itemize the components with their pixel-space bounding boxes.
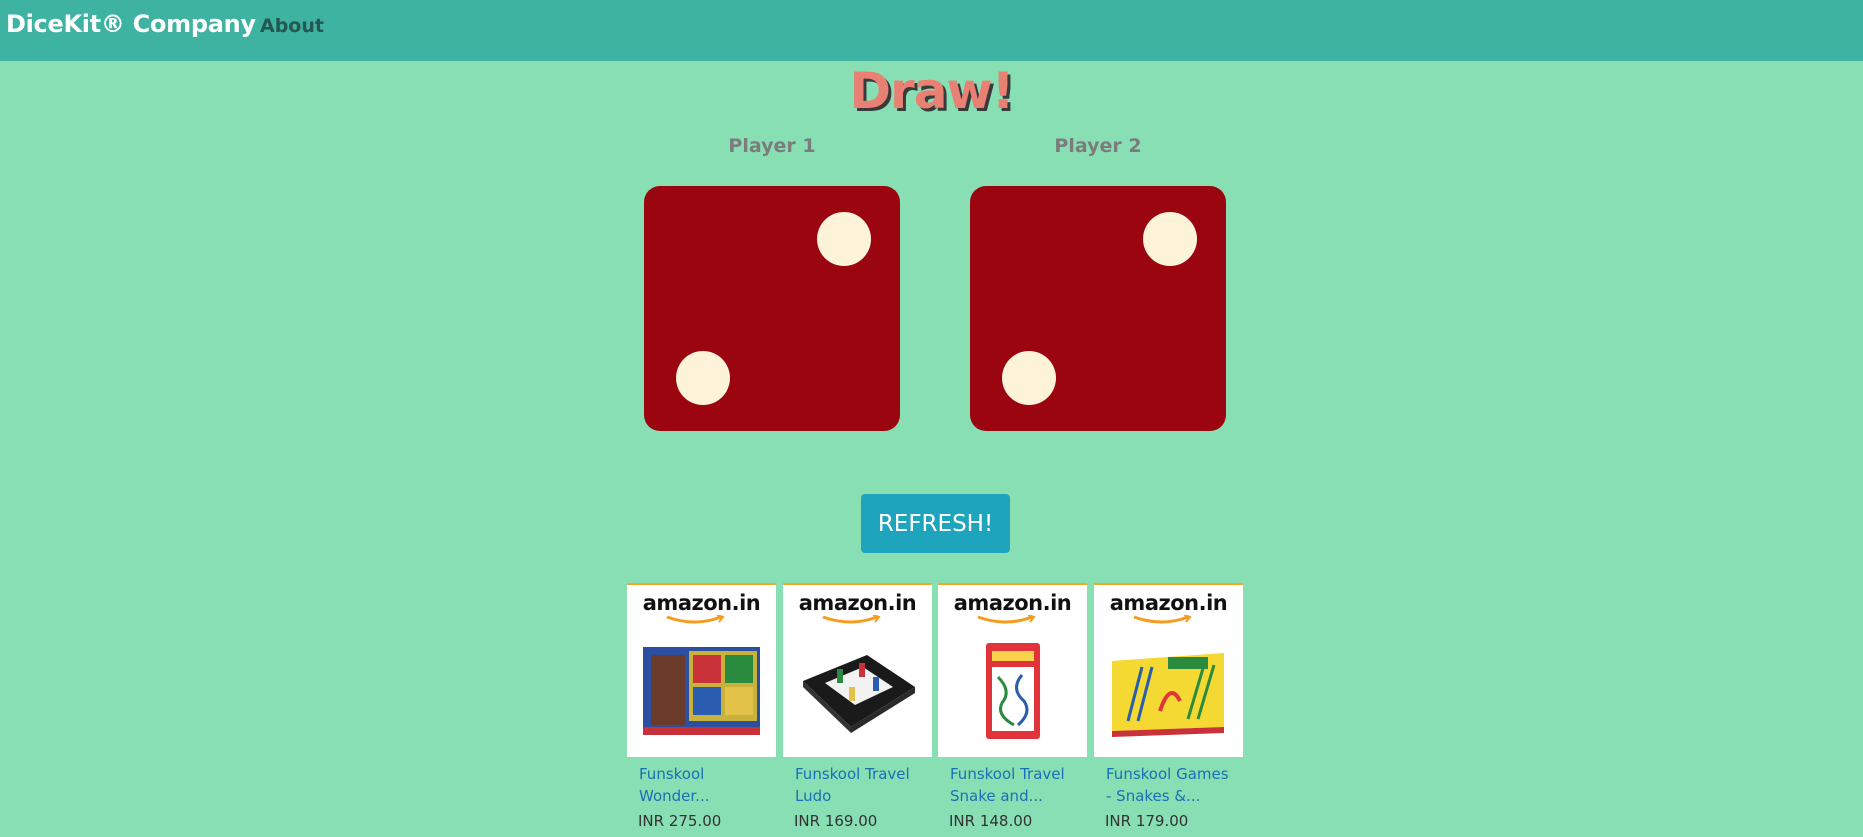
- amazon-logo: amazon.in: [642, 591, 761, 615]
- ad-price: INR 179.00: [1105, 812, 1189, 830]
- ad-name-line: Funskool Travel: [950, 765, 1065, 783]
- ad-name-line: Funskool Games: [1106, 765, 1229, 783]
- ad-name-line: - Snakes &...: [1106, 787, 1201, 805]
- player-2-label: Player 2: [1054, 135, 1142, 157]
- die-pip: [676, 351, 730, 405]
- die-pip: [1002, 351, 1056, 405]
- snakes-ladders-box-icon: [1112, 653, 1224, 737]
- ad-image[interactable]: amazon.in: [938, 583, 1087, 757]
- brand-link[interactable]: DiceKit® Company: [6, 10, 256, 38]
- ad-card[interactable]: amazon.in Funskool Wonder... INR 275.00: [627, 583, 776, 837]
- ad-image[interactable]: amazon.in: [627, 583, 776, 757]
- ludo-box-icon: [643, 647, 760, 735]
- ad-name-line: Funskool Travel: [795, 765, 910, 783]
- ad-card[interactable]: amazon.in Funskool Travel Snake and... I…: [938, 583, 1087, 837]
- ad-card[interactable]: amazon.in Funskool Games - Snakes &... I…: [1094, 583, 1243, 837]
- amazon-logo: amazon.in: [953, 591, 1072, 615]
- navbar: DiceKit® Company About: [0, 0, 1863, 61]
- snakes-ladders-pack-icon: [986, 643, 1040, 739]
- die-pip: [817, 212, 871, 266]
- player-1-die: [644, 186, 900, 431]
- player-1-label: Player 1: [728, 135, 816, 157]
- ad-name-line: Wonder...: [639, 787, 710, 805]
- ad-name-line: Ludo: [795, 787, 832, 805]
- amazon-smile-icon: [822, 615, 881, 624]
- player-2-die: [970, 186, 1226, 431]
- refresh-button[interactable]: REFRESH!: [861, 494, 1010, 553]
- amazon-smile-icon: [977, 615, 1036, 624]
- ad-card[interactable]: amazon.in Funskool Travel Ludo INR 169.0…: [783, 583, 932, 837]
- travel-ludo-icon: [803, 655, 915, 733]
- ad-price: INR 275.00: [638, 812, 722, 830]
- ad-product-name[interactable]: Funskool Travel Ludo: [795, 763, 925, 807]
- result-title: Draw!: [849, 62, 1015, 120]
- ad-price: INR 148.00: [949, 812, 1033, 830]
- amazon-logo: amazon.in: [1109, 591, 1228, 615]
- die-pip: [1143, 212, 1197, 266]
- nav-about-link[interactable]: About: [260, 15, 324, 37]
- ad-product-name[interactable]: Funskool Wonder...: [639, 763, 769, 807]
- ad-image[interactable]: amazon.in: [1094, 583, 1243, 757]
- ad-product-name[interactable]: Funskool Travel Snake and...: [950, 763, 1080, 807]
- ad-product-name[interactable]: Funskool Games - Snakes &...: [1106, 763, 1236, 807]
- amazon-smile-icon: [1133, 615, 1192, 624]
- ad-name-line: Funskool: [639, 765, 705, 783]
- ad-name-line: Snake and...: [950, 787, 1043, 805]
- amazon-smile-icon: [666, 615, 725, 624]
- ad-image[interactable]: amazon.in: [783, 583, 932, 757]
- ad-price: INR 169.00: [794, 812, 878, 830]
- amazon-logo: amazon.in: [798, 591, 917, 615]
